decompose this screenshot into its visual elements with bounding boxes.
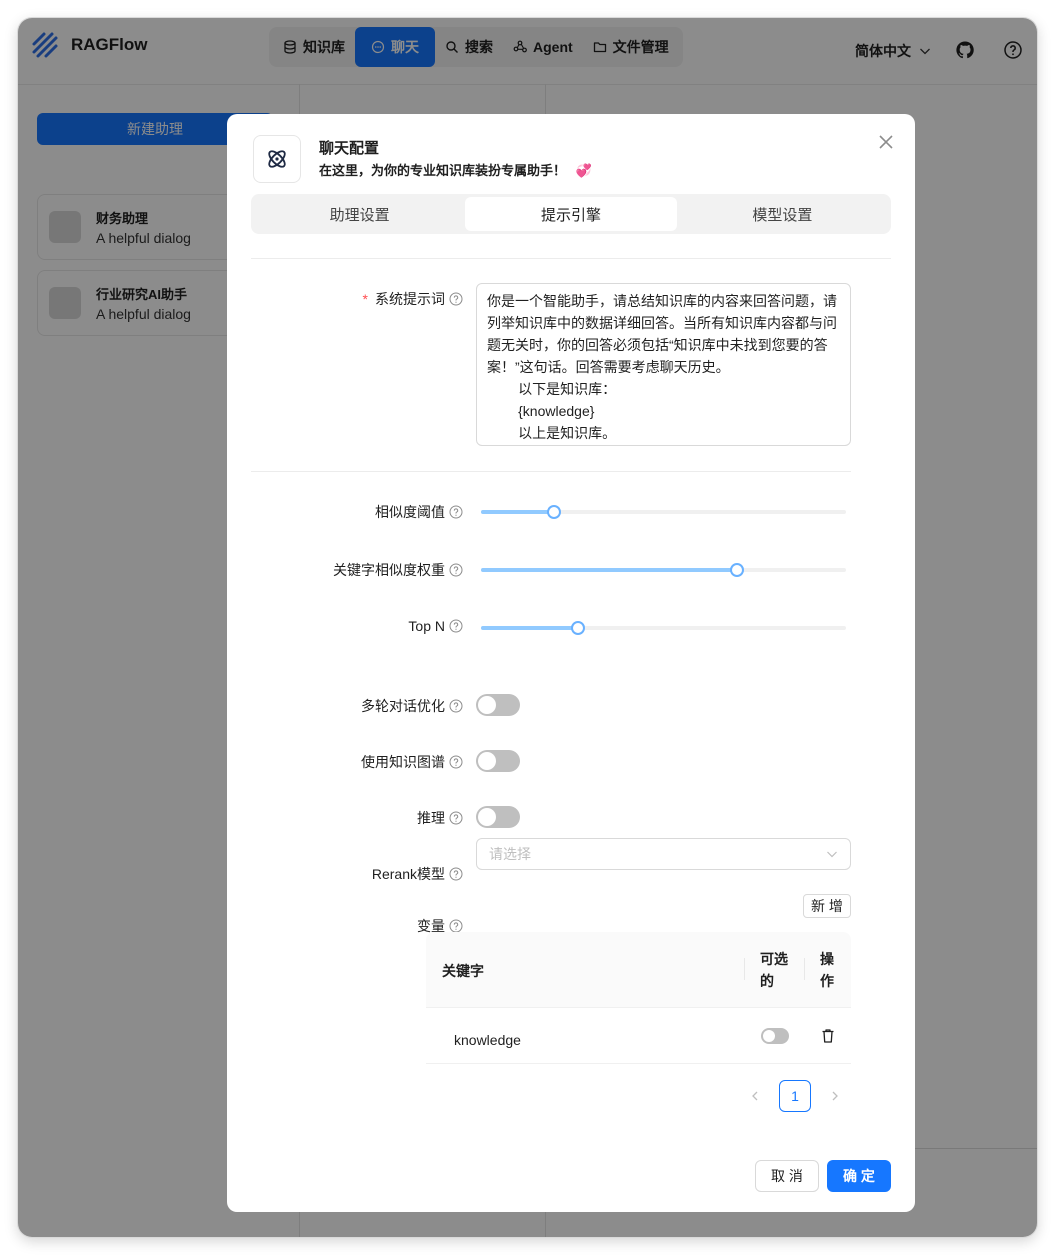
question-icon[interactable]: [449, 619, 463, 633]
question-icon[interactable]: [449, 292, 463, 306]
reasoning-switch[interactable]: [476, 806, 520, 828]
system-prompt-label-text: 系统提示词: [375, 291, 445, 307]
ok-button[interactable]: 确 定: [827, 1160, 891, 1192]
cancel-button[interactable]: 取 消: [755, 1160, 819, 1192]
multi-turn-switch[interactable]: [476, 694, 520, 716]
keyword-weight-slider[interactable]: [481, 563, 846, 577]
column-separator: [744, 958, 745, 980]
tab-assistant-settings[interactable]: 助理设置: [254, 197, 465, 231]
variables-table: 关键字 可选的 操作 knowledge: [426, 932, 851, 1064]
table-header: 关键字 可选的 操作: [426, 932, 851, 1008]
modal-icon-box: [253, 135, 301, 183]
close-icon[interactable]: [877, 133, 895, 151]
question-icon[interactable]: [449, 563, 463, 577]
tab-prompt-engine[interactable]: 提示引擎: [465, 197, 677, 231]
atom-icon: [268, 150, 286, 168]
multi-turn-label: 多轮对话优化: [251, 696, 463, 716]
optional-switch[interactable]: [761, 1028, 789, 1044]
top-n-slider[interactable]: [481, 621, 846, 635]
app-window: RAGFlow 知识库 聊天 搜索 Agent 文件管理 简体中文 新建助理 财…: [18, 18, 1037, 1237]
question-icon[interactable]: [449, 919, 463, 933]
reasoning-label: 推理: [251, 808, 463, 828]
rerank-placeholder: 请选择: [489, 846, 531, 862]
keyword-weight-label: 关键字相似度权重: [251, 560, 463, 580]
slider-label-text: 相似度阈值: [375, 504, 445, 520]
slider-label-text: 关键字相似度权重: [333, 562, 445, 578]
slider-track: [481, 568, 737, 572]
knowledge-graph-switch[interactable]: [476, 750, 520, 772]
page-number-button[interactable]: 1: [779, 1080, 811, 1112]
modal-subtitle: 在这里，为你的专业知识库装扮专属助手！ 💞: [319, 160, 592, 179]
slider-handle[interactable]: [571, 621, 586, 635]
column-separator: [804, 958, 805, 980]
section-divider: [251, 471, 851, 472]
top-n-label: Top N: [251, 618, 463, 634]
column-header-key: 关键字: [442, 963, 484, 979]
rerank-select[interactable]: 请选择: [476, 838, 851, 870]
question-icon[interactable]: [449, 867, 463, 881]
switch-label-text: 多轮对话优化: [361, 698, 445, 714]
slider-handle[interactable]: [547, 505, 561, 519]
heart-emoji-icon: 💞: [575, 163, 592, 178]
rerank-label-text: Rerank模型: [371, 866, 445, 882]
system-prompt-label: * 系统提示词: [251, 289, 463, 309]
modal-subtitle-text: 在这里，为你的专业知识库装扮专属助手！: [319, 163, 567, 178]
similarity-threshold-slider[interactable]: [481, 505, 846, 519]
question-icon[interactable]: [449, 699, 463, 713]
next-page-icon[interactable]: [830, 1091, 840, 1101]
switch-label-text: 使用知识图谱: [361, 754, 445, 770]
config-tabs: 助理设置 提示引擎 模型设置: [251, 194, 891, 234]
question-icon[interactable]: [449, 505, 463, 519]
section-divider: [251, 258, 891, 259]
slider-handle[interactable]: [729, 563, 744, 577]
table-row: knowledge: [426, 1008, 851, 1064]
prev-page-icon[interactable]: [750, 1091, 760, 1101]
add-variable-button[interactable]: 新 增: [803, 894, 851, 918]
trash-icon[interactable]: [821, 1028, 835, 1044]
question-icon[interactable]: [449, 811, 463, 825]
similarity-threshold-label: 相似度阈值: [251, 502, 463, 522]
variable-key: knowledge: [454, 1032, 521, 1048]
chevron-down-icon: [827, 851, 837, 858]
rerank-label: Rerank模型: [251, 864, 463, 884]
column-header-actions: 操作: [820, 951, 834, 989]
question-icon[interactable]: [449, 755, 463, 769]
slider-track: [481, 626, 579, 630]
modal-title: 聊天配置: [319, 140, 380, 157]
slider-label-text: Top N: [408, 618, 445, 634]
chat-config-modal: 聊天配置 在这里，为你的专业知识库装扮专属助手！ 💞 助理设置 提示引擎 模型设…: [227, 114, 915, 1212]
slider-track: [481, 510, 554, 514]
switch-label-text: 推理: [417, 810, 445, 826]
column-header-optional: 可选的: [760, 951, 788, 989]
required-mark: *: [362, 291, 368, 307]
system-prompt-textarea[interactable]: 你是一个智能助手，请总结知识库的内容来回答问题，请列举知识库中的数据详细回答。当…: [476, 283, 851, 446]
tab-model-settings[interactable]: 模型设置: [677, 197, 888, 231]
knowledge-graph-label: 使用知识图谱: [251, 752, 463, 772]
